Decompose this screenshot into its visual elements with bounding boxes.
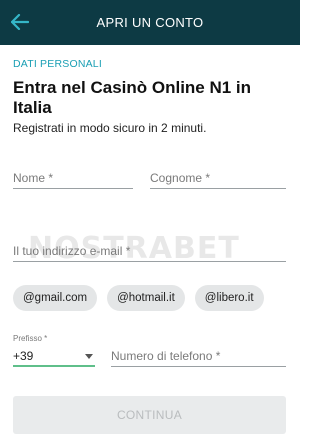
form-heading: Entra nel Casinò Online N1 in Italia: [13, 78, 252, 117]
first-name-field[interactable]: Nome *: [13, 171, 133, 189]
page-title: APRI UN CONTO: [96, 15, 204, 30]
phone-field[interactable]: Numero di telefono *: [111, 349, 286, 367]
arrow-left-icon: [11, 14, 29, 30]
back-button[interactable]: [6, 8, 34, 36]
chevron-down-icon: [85, 353, 93, 359]
prefix-label: Prefisso *: [13, 334, 48, 343]
email-suggestion-chip[interactable]: @gmail.com: [13, 285, 98, 311]
continue-button[interactable]: CONTINUA: [13, 396, 286, 434]
email-suggestion-chip[interactable]: @libero.it: [194, 285, 264, 311]
email-suggestions: @gmail.com @hotmail.it @libero.it: [13, 285, 264, 311]
app-bar: APRI UN CONTO: [0, 0, 300, 45]
form-subheading: Registrati in modo sicuro in 2 minuti.: [13, 121, 207, 135]
section-label: DATI PERSONALI: [13, 58, 102, 70]
prefix-select[interactable]: +39: [13, 347, 95, 367]
email-suggestion-chip[interactable]: @hotmail.it: [107, 285, 185, 311]
last-name-field[interactable]: Cognome *: [150, 171, 286, 189]
prefix-value: +39: [13, 349, 34, 363]
email-field[interactable]: Il tuo indirizzo e-mail *: [13, 244, 286, 262]
